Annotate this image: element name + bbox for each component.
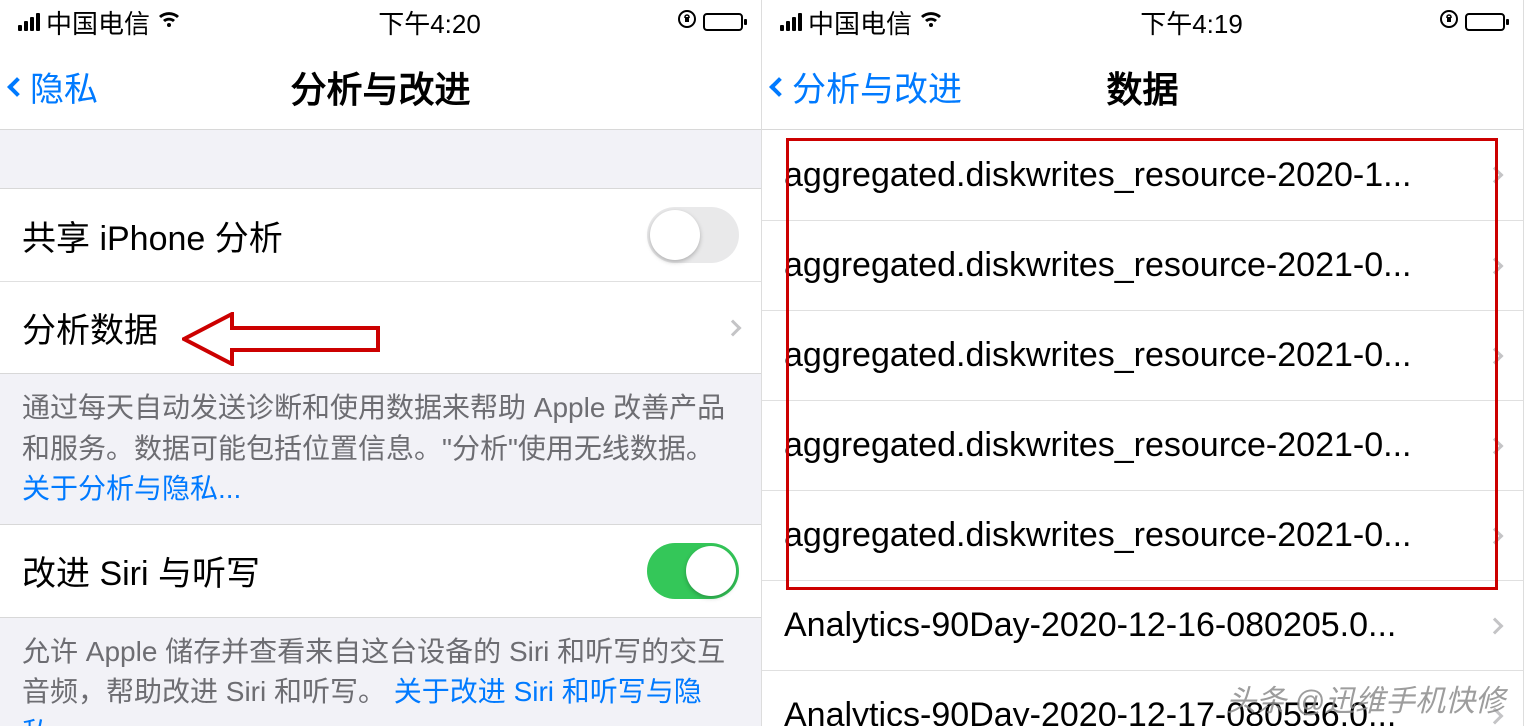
chevron-left-icon <box>769 77 789 97</box>
right-pane: 中国电信 下午4:19 分析与改进 数据 aggregated.diskwrit… <box>762 0 1524 726</box>
list-item[interactable]: aggregated.diskwrites_resource-2020-1... <box>762 130 1523 220</box>
share-iphone-analytics-row[interactable]: 共享 iPhone 分析 <box>0 189 761 281</box>
chevron-right-icon <box>1487 347 1504 364</box>
clock-label: 下午4:20 <box>378 4 481 41</box>
list-item[interactable]: Analytics-90Day-2020-12-17-080556.0... <box>762 670 1523 726</box>
chevron-right-icon <box>1487 527 1504 544</box>
back-label: 分析与改进 <box>792 62 962 111</box>
clock-label: 下午4:19 <box>1140 4 1243 41</box>
improve-siri-row[interactable]: 改进 Siri 与听写 <box>0 525 761 617</box>
chevron-right-icon <box>725 319 742 336</box>
back-button[interactable]: 隐私 <box>10 62 98 111</box>
log-entry-label: aggregated.diskwrites_resource-2021-0... <box>784 426 1479 465</box>
log-entry-label: aggregated.diskwrites_resource-2021-0... <box>784 336 1479 375</box>
log-entry-label: aggregated.diskwrites_resource-2020-1... <box>784 156 1479 195</box>
row-label: 分析数据 <box>22 303 717 352</box>
chevron-right-icon <box>1487 707 1504 724</box>
cellular-signal-icon <box>780 13 802 31</box>
chevron-right-icon <box>1487 167 1504 184</box>
chevron-right-icon <box>1487 257 1504 274</box>
page-title: 分析与改进 <box>290 61 470 113</box>
status-bar: 中国电信 下午4:19 <box>762 0 1523 44</box>
page-title: 数据 <box>1106 61 1178 113</box>
left-pane: 中国电信 下午4:20 隐私 分析与改进 共享 iPhone 分析 分析数据 <box>0 0 762 726</box>
log-entry-label: Analytics-90Day-2020-12-16-080205.0... <box>784 606 1479 645</box>
battery-icon <box>703 13 743 31</box>
list-item[interactable]: aggregated.diskwrites_resource-2021-0... <box>762 400 1523 490</box>
list-item[interactable]: Analytics-90Day-2020-12-16-080205.0... <box>762 580 1523 670</box>
log-entry-label: aggregated.diskwrites_resource-2021-0... <box>784 246 1479 285</box>
carrier-label: 中国电信 <box>808 4 912 41</box>
chevron-right-icon <box>1487 437 1504 454</box>
log-entry-label: Analytics-90Day-2020-12-17-080556.0... <box>784 696 1479 726</box>
improve-siri-toggle[interactable] <box>647 543 739 599</box>
share-analytics-toggle[interactable] <box>647 207 739 263</box>
orientation-lock-icon <box>1439 9 1459 35</box>
cellular-signal-icon <box>18 13 40 31</box>
orientation-lock-icon <box>677 9 697 35</box>
row-label: 改进 Siri 与听写 <box>22 546 647 595</box>
nav-bar: 分析与改进 数据 <box>762 44 1523 130</box>
carrier-label: 中国电信 <box>46 4 150 41</box>
wifi-icon <box>918 8 944 36</box>
log-entry-label: aggregated.diskwrites_resource-2021-0... <box>784 516 1479 555</box>
back-button[interactable]: 分析与改进 <box>772 62 962 111</box>
nav-bar: 隐私 分析与改进 <box>0 44 761 130</box>
list-item[interactable]: aggregated.diskwrites_resource-2021-0... <box>762 310 1523 400</box>
about-analytics-privacy-link[interactable]: 关于分析与隐私... <box>22 473 241 504</box>
section-footer: 允许 Apple 储存并查看来自这台设备的 Siri 和听写的交互音频，帮助改进… <box>0 618 761 726</box>
row-label: 共享 iPhone 分析 <box>22 211 647 260</box>
status-bar: 中国电信 下午4:20 <box>0 0 761 44</box>
section-footer: 通过每天自动发送诊断和使用数据来帮助 Apple 改善产品和服务。数据可能包括位… <box>0 374 761 524</box>
analytics-data-row[interactable]: 分析数据 <box>0 281 761 373</box>
list-item[interactable]: aggregated.diskwrites_resource-2021-0... <box>762 220 1523 310</box>
chevron-right-icon <box>1487 617 1504 634</box>
battery-icon <box>1465 13 1505 31</box>
list-item[interactable]: aggregated.diskwrites_resource-2021-0... <box>762 490 1523 580</box>
wifi-icon <box>156 8 182 36</box>
footer-text: 通过每天自动发送诊断和使用数据来帮助 Apple 改善产品和服务。数据可能包括位… <box>22 392 725 464</box>
back-label: 隐私 <box>30 62 98 111</box>
chevron-left-icon <box>7 77 27 97</box>
